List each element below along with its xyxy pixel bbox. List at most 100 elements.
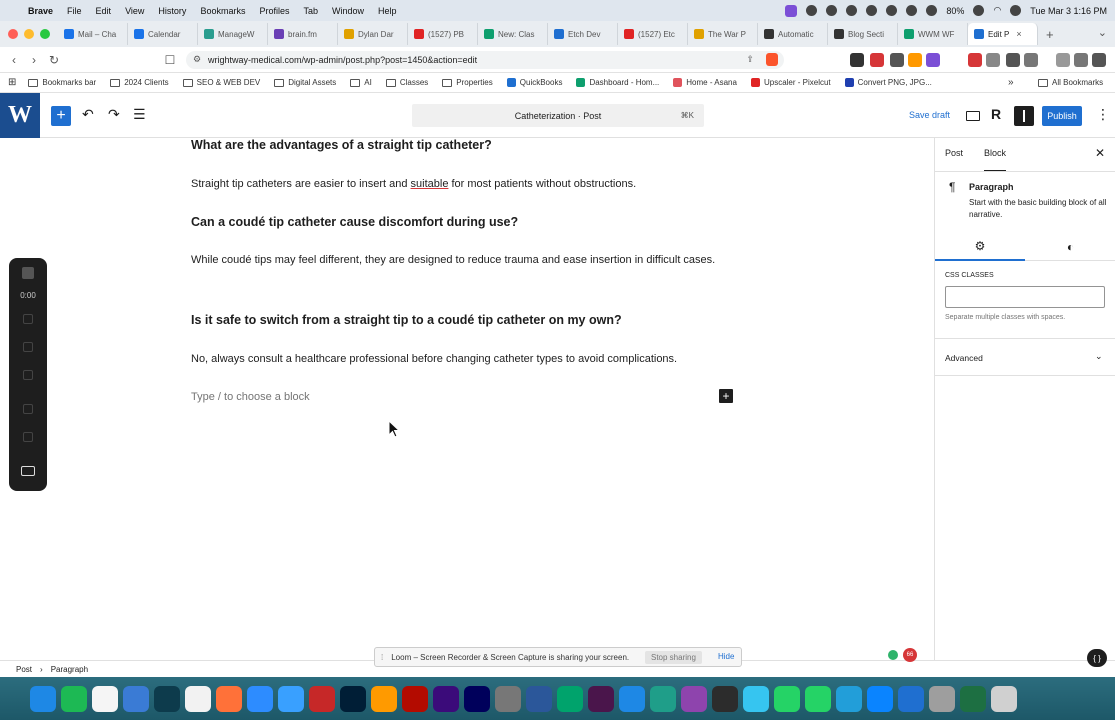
menu-edit[interactable]: Edit	[96, 6, 112, 16]
reload-icon[interactable]: ↻	[44, 53, 64, 67]
settings-sidebar-toggle[interactable]	[1014, 106, 1034, 126]
bluetooth-icon[interactable]	[906, 5, 918, 16]
dock-app-icon[interactable]	[247, 685, 273, 712]
bookmark-item[interactable]: Digital Assets	[274, 78, 336, 87]
extension-icon[interactable]	[968, 53, 982, 67]
dock-app-icon[interactable]	[433, 685, 459, 712]
dock-app-icon[interactable]	[836, 685, 862, 712]
command-palette-bar[interactable]: Catheterization · Post ⌘K	[412, 104, 704, 127]
screen-record-icon[interactable]	[785, 4, 798, 17]
zoom-window-button[interactable]	[40, 29, 50, 39]
browser-tab[interactable]: The War P	[688, 23, 758, 45]
status-app-icon[interactable]	[806, 5, 818, 16]
dock-app-icon[interactable]	[526, 685, 552, 712]
browser-tab[interactable]: Blog Secti	[828, 23, 898, 45]
dock-app-icon[interactable]	[154, 685, 180, 712]
dock-app-icon[interactable]	[402, 685, 428, 712]
preview-icon[interactable]	[966, 111, 980, 121]
control-center-icon[interactable]	[1010, 5, 1022, 16]
faq-heading[interactable]: What are the advantages of a straight ti…	[191, 138, 492, 152]
extensions-icon[interactable]	[1006, 53, 1020, 67]
browser-tab[interactable]: (1527) Etc	[618, 23, 688, 45]
menu-tab[interactable]: Tab	[303, 6, 318, 16]
all-bookmarks[interactable]: All Bookmarks	[1038, 78, 1103, 87]
browser-tab[interactable]: Dylan Dar	[338, 23, 408, 45]
tab-search-icon[interactable]: ⌄	[1098, 26, 1107, 39]
save-draft-button[interactable]: Save draft	[909, 110, 950, 120]
bookmark-item[interactable]: Dashboard - Hom...	[576, 78, 659, 87]
dock-app-icon[interactable]	[867, 685, 893, 712]
status-app-icon[interactable]	[886, 5, 898, 16]
bookmark-item[interactable]: Properties	[442, 78, 493, 87]
media-icon[interactable]	[1056, 53, 1070, 67]
redo-icon[interactable]: ↷	[108, 106, 120, 123]
bookmark-item[interactable]: Convert PNG, JPG...	[844, 78, 932, 87]
bookmark-item[interactable]: 2024 Clients	[110, 78, 169, 87]
new-tab-button[interactable]: +	[1046, 27, 1054, 42]
menu-file[interactable]: File	[67, 6, 82, 16]
browser-tab[interactable]: (1527) PB	[408, 23, 478, 45]
dock-app-icon[interactable]	[774, 685, 800, 712]
site-settings-icon[interactable]: ⚙	[193, 54, 201, 65]
inline-add-block-button[interactable]: +	[719, 389, 733, 403]
browser-tab[interactable]: Automatic	[758, 23, 828, 45]
bookmark-item[interactable]: Upscaler - Pixelcut	[750, 78, 831, 87]
document-overview-icon[interactable]: ☰	[133, 106, 146, 123]
menu-app-name[interactable]: Brave	[28, 6, 53, 16]
bookmark-item[interactable]: AI	[350, 78, 372, 87]
dock-app-icon[interactable]	[650, 685, 676, 712]
paragraph-block[interactable]: No, always consult a healthcare professi…	[191, 349, 721, 370]
dock-app-icon[interactable]	[929, 685, 955, 712]
camera-icon[interactable]	[21, 466, 35, 476]
extension-icon[interactable]	[890, 53, 904, 67]
browser-tab[interactable]: Mail – Cha	[58, 23, 128, 45]
dock-app-icon[interactable]	[960, 685, 986, 712]
menu-history[interactable]: History	[158, 6, 186, 16]
close-window-button[interactable]	[8, 29, 18, 39]
bookmark-item[interactable]: QuickBooks	[506, 78, 562, 87]
block-inserter-button[interactable]: +	[51, 106, 71, 126]
menu-window[interactable]: Window	[332, 6, 364, 16]
rewind-icon[interactable]	[23, 404, 33, 414]
bookmarks-overflow-icon[interactable]: »	[1008, 77, 1014, 88]
clock[interactable]: Tue Mar 3 1:16 PM	[1030, 6, 1107, 16]
extension-icon[interactable]	[850, 53, 864, 67]
forward-icon[interactable]: ›	[24, 53, 44, 67]
faq-heading[interactable]: Is it safe to switch from a straight tip…	[191, 313, 622, 327]
extension-icon[interactable]	[986, 53, 1000, 67]
breadcrumb-paragraph[interactable]: Paragraph	[51, 665, 88, 674]
status-app-icon[interactable]	[826, 5, 838, 16]
bookmark-icon[interactable]: ☐	[160, 53, 180, 67]
extension-icon[interactable]	[870, 53, 884, 67]
extension-icon[interactable]	[926, 53, 940, 67]
bookmark-item[interactable]: Bookmarks bar	[28, 78, 96, 87]
settings-gear-icon[interactable]: ⚙	[935, 233, 1025, 261]
wifi-icon[interactable]: ◠	[993, 5, 1001, 16]
breadcrumb-post[interactable]: Post	[16, 665, 32, 674]
grammarly-icon[interactable]	[888, 650, 898, 660]
dock-app-icon[interactable]	[61, 685, 87, 712]
browser-tab[interactable]: Etch Dev	[548, 23, 618, 45]
paragraph-block[interactable]: Straight tip catheters are easier to ins…	[191, 174, 721, 195]
minimize-window-button[interactable]	[24, 29, 34, 39]
menu-help[interactable]: Help	[378, 6, 397, 16]
browser-tab[interactable]: New: Clas	[478, 23, 548, 45]
dock-app-icon[interactable]	[371, 685, 397, 712]
browser-tab[interactable]: brain.fm	[268, 23, 338, 45]
back-icon[interactable]: ‹	[4, 53, 24, 67]
dock-app-icon[interactable]	[340, 685, 366, 712]
brave-shields-icon[interactable]	[766, 53, 778, 66]
browser-tab[interactable]: Calendar	[128, 23, 198, 45]
hide-button[interactable]: Hide	[718, 652, 734, 661]
extension-icon[interactable]	[908, 53, 922, 67]
wallet-icon[interactable]	[1074, 53, 1088, 67]
close-icon[interactable]: ✕	[1095, 146, 1105, 160]
delete-icon[interactable]	[23, 370, 33, 380]
dock-app-icon[interactable]	[464, 685, 490, 712]
browser-tab[interactable]: WWM WF	[898, 23, 968, 45]
sidebar-icon[interactable]	[1024, 53, 1038, 67]
drag-handle-icon[interactable]: ⁞	[381, 653, 383, 662]
dock-app-icon[interactable]	[557, 685, 583, 712]
dock-app-icon[interactable]	[278, 685, 304, 712]
tab-post[interactable]: Post	[945, 148, 963, 158]
